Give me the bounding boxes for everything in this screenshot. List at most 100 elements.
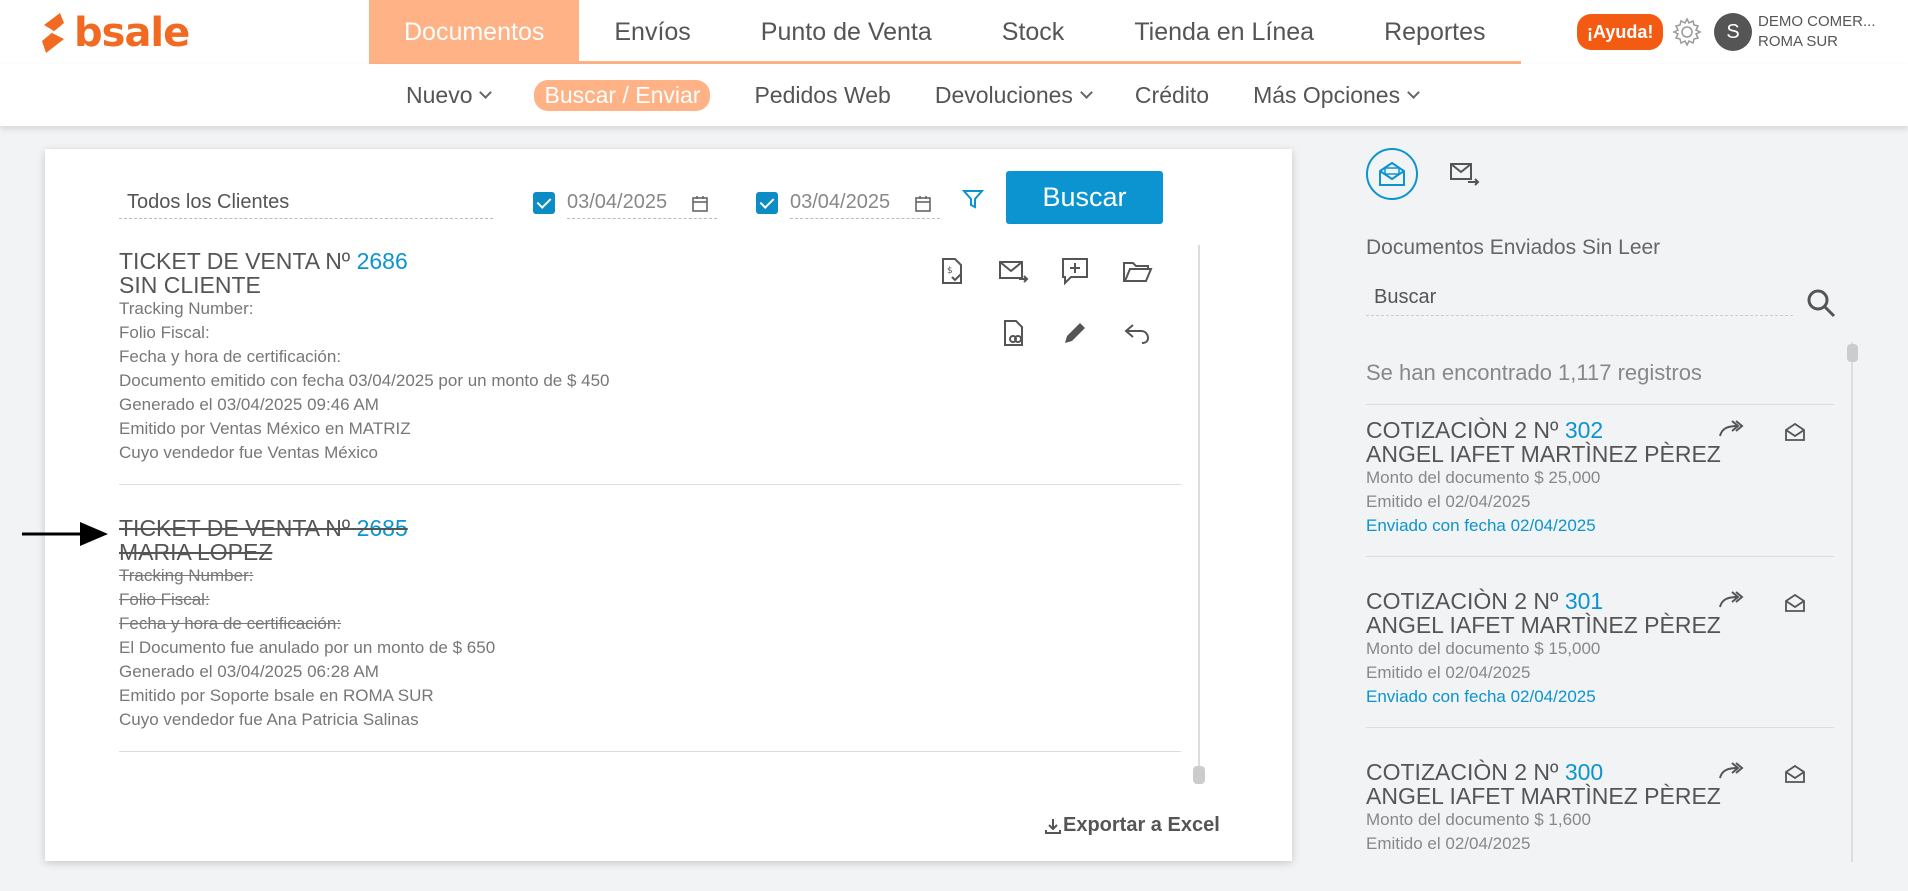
document-number[interactable]: 2686 — [357, 248, 408, 274]
date-to-value: 03/04/2025 — [790, 191, 891, 213]
certification-date: Fecha y hora de certificación: — [119, 614, 342, 633]
calendar-icon[interactable] — [691, 195, 709, 213]
document-number[interactable]: 2685 — [357, 515, 408, 541]
folder-open-icon[interactable] — [1121, 255, 1153, 287]
nav-punto-de-venta[interactable]: Punto de Venta — [726, 0, 967, 64]
company-line-2: ROMA SUR — [1758, 33, 1839, 50]
list-separator — [1366, 404, 1834, 405]
email-forward-icon[interactable] — [997, 255, 1029, 287]
panel-title: Documentos Enviados Sin Leer — [1366, 236, 1661, 259]
unread-inbox-tab[interactable] — [1366, 148, 1418, 200]
chevron-down-icon — [1407, 85, 1420, 99]
subnav-label: Devoluciones — [934, 81, 1073, 108]
subnav-credito[interactable]: Crédito — [1135, 82, 1209, 109]
comment-add-icon[interactable] — [1059, 255, 1091, 287]
list-separator — [1366, 727, 1834, 728]
subnav-label: Más Opciones — [1253, 81, 1401, 108]
item-sent: Enviado con fecha 02/04/2025 — [1366, 516, 1596, 535]
subnav-devoluciones[interactable]: Devoluciones — [934, 81, 1093, 109]
item-amount: Monto del documento $ 1,600 — [1366, 810, 1591, 829]
nav-stock[interactable]: Stock — [967, 0, 1100, 64]
item-title: COTIZACIÒN 2 Nº 301 — [1366, 589, 1834, 613]
forward-icon[interactable] — [1716, 760, 1748, 784]
item-number[interactable]: 301 — [1565, 588, 1603, 614]
list-item[interactable]: COTIZACIÒN 2 Nº 300 ANGEL IAFET MARTÌNEZ… — [1366, 760, 1834, 856]
subnav-mas-opciones[interactable]: Más Opciones — [1253, 81, 1420, 109]
scrollbar-track[interactable] — [1198, 245, 1200, 780]
pencil-icon[interactable] — [1059, 317, 1091, 349]
subnav-pedidos-web[interactable]: Pedidos Web — [754, 82, 890, 109]
bsale-logo-text: bsale — [74, 10, 190, 56]
item-amount: Monto del documento $ 15,000 — [1366, 639, 1601, 658]
item-number[interactable]: 300 — [1565, 759, 1603, 785]
date-to-input[interactable]: 03/04/2025 — [790, 187, 940, 219]
export-label: Exportar a Excel — [1063, 814, 1220, 836]
file-link-icon[interactable] — [997, 317, 1029, 349]
svg-text:$: $ — [947, 266, 953, 276]
download-icon — [1045, 818, 1061, 834]
item-type: COTIZACIÒN 2 Nº — [1366, 417, 1559, 443]
document-separator — [119, 484, 1181, 485]
company-name[interactable]: DEMO COMER... ROMA SUR — [1758, 12, 1876, 52]
email-forward-icon[interactable] — [1448, 160, 1480, 188]
top-navbar: bsale Documentos Envíos Punto de Venta S… — [0, 0, 1908, 64]
filter-icon[interactable] — [961, 187, 985, 211]
gear-icon[interactable] — [1670, 15, 1704, 49]
subnav-label: Nuevo — [406, 81, 473, 108]
document-title: TICKET DE VENTA Nº 2685 — [119, 516, 495, 540]
date-from-input[interactable]: 03/04/2025 — [567, 187, 717, 219]
receipt-check-icon[interactable]: $ — [935, 255, 967, 287]
chevron-down-icon — [1080, 85, 1093, 99]
item-number[interactable]: 302 — [1565, 417, 1603, 443]
sub-nav: Nuevo Buscar / Enviar Pedidos Web Devolu… — [384, 64, 1440, 126]
chevron-down-icon — [479, 85, 493, 99]
item-title: COTIZACIÒN 2 Nº 302 — [1366, 418, 1834, 442]
nav-documentos[interactable]: Documentos — [369, 0, 580, 64]
item-issued: Emitido el 02/04/2025 — [1366, 834, 1531, 853]
document-status: El Documento fue anulado por un monto de… — [119, 638, 496, 657]
search-button[interactable]: Buscar — [1006, 171, 1163, 224]
generated-date: Generado el 03/04/2025 06:28 AM — [119, 662, 379, 681]
search-icon[interactable] — [1806, 288, 1836, 318]
subnav-buscar-enviar[interactable]: Buscar / Enviar — [534, 79, 711, 111]
list-item[interactable]: COTIZACIÒN 2 Nº 301 ANGEL IAFET MARTÌNEZ… — [1366, 589, 1834, 709]
nav-reportes[interactable]: Reportes — [1349, 0, 1520, 64]
document-separator — [119, 751, 1181, 752]
envelope-open-icon[interactable] — [1784, 593, 1806, 613]
document-item[interactable]: TICKET DE VENTA Nº 2685 MARIA LOPEZ Trac… — [119, 516, 495, 732]
document-client: MARIA LOPEZ — [119, 539, 273, 565]
client-filter-input[interactable]: Todos los Clientes — [119, 187, 493, 219]
nav-tienda-en-linea[interactable]: Tienda en Línea — [1099, 0, 1349, 64]
scrollbar-thumb[interactable] — [1193, 766, 1205, 784]
undo-icon[interactable] — [1121, 317, 1153, 349]
subnav-nuevo[interactable]: Nuevo — [406, 81, 493, 109]
main-nav: Documentos Envíos Punto de Venta Stock T… — [369, 0, 1521, 64]
list-item[interactable]: COTIZACIÒN 2 Nº 302 ANGEL IAFET MARTÌNEZ… — [1366, 418, 1834, 538]
bsale-logo[interactable]: bsale — [38, 10, 190, 56]
scrollbar-track[interactable] — [1851, 342, 1853, 862]
issued-by: Emitido por Ventas México en MATRIZ — [119, 419, 411, 438]
envelope-open-icon — [1379, 161, 1405, 186]
document-item[interactable]: TICKET DE VENTA Nº 2686 SIN CLIENTE Trac… — [119, 249, 610, 465]
list-separator — [1366, 556, 1834, 557]
issued-by: Emitido por Soporte bsale en ROMA SUR — [119, 686, 434, 705]
export-excel-button[interactable]: Exportar a Excel — [1043, 814, 1220, 837]
envelope-open-icon[interactable] — [1784, 422, 1806, 442]
scrollbar-thumb[interactable] — [1847, 344, 1858, 362]
date-from-checkbox[interactable] — [533, 192, 555, 214]
item-issued: Emitido el 02/04/2025 — [1366, 663, 1531, 682]
date-to-checkbox[interactable] — [756, 192, 778, 214]
date-from-value: 03/04/2025 — [567, 191, 668, 213]
envelope-open-icon[interactable] — [1784, 764, 1806, 784]
document-type: TICKET DE VENTA Nº — [119, 515, 351, 541]
forward-icon[interactable] — [1716, 418, 1748, 442]
item-client: ANGEL IAFET MARTÌNEZ PÈREZ — [1366, 441, 1721, 467]
help-button[interactable]: ¡Ayuda! — [1577, 14, 1664, 50]
avatar[interactable]: S — [1714, 13, 1752, 51]
nav-envios[interactable]: Envíos — [579, 0, 725, 64]
search-input[interactable]: Buscar — [1366, 280, 1793, 316]
company-line-1: DEMO COMER... — [1758, 13, 1876, 30]
forward-icon[interactable] — [1716, 589, 1748, 613]
calendar-icon[interactable] — [914, 195, 932, 213]
folio-fiscal: Folio Fiscal: — [119, 323, 210, 342]
